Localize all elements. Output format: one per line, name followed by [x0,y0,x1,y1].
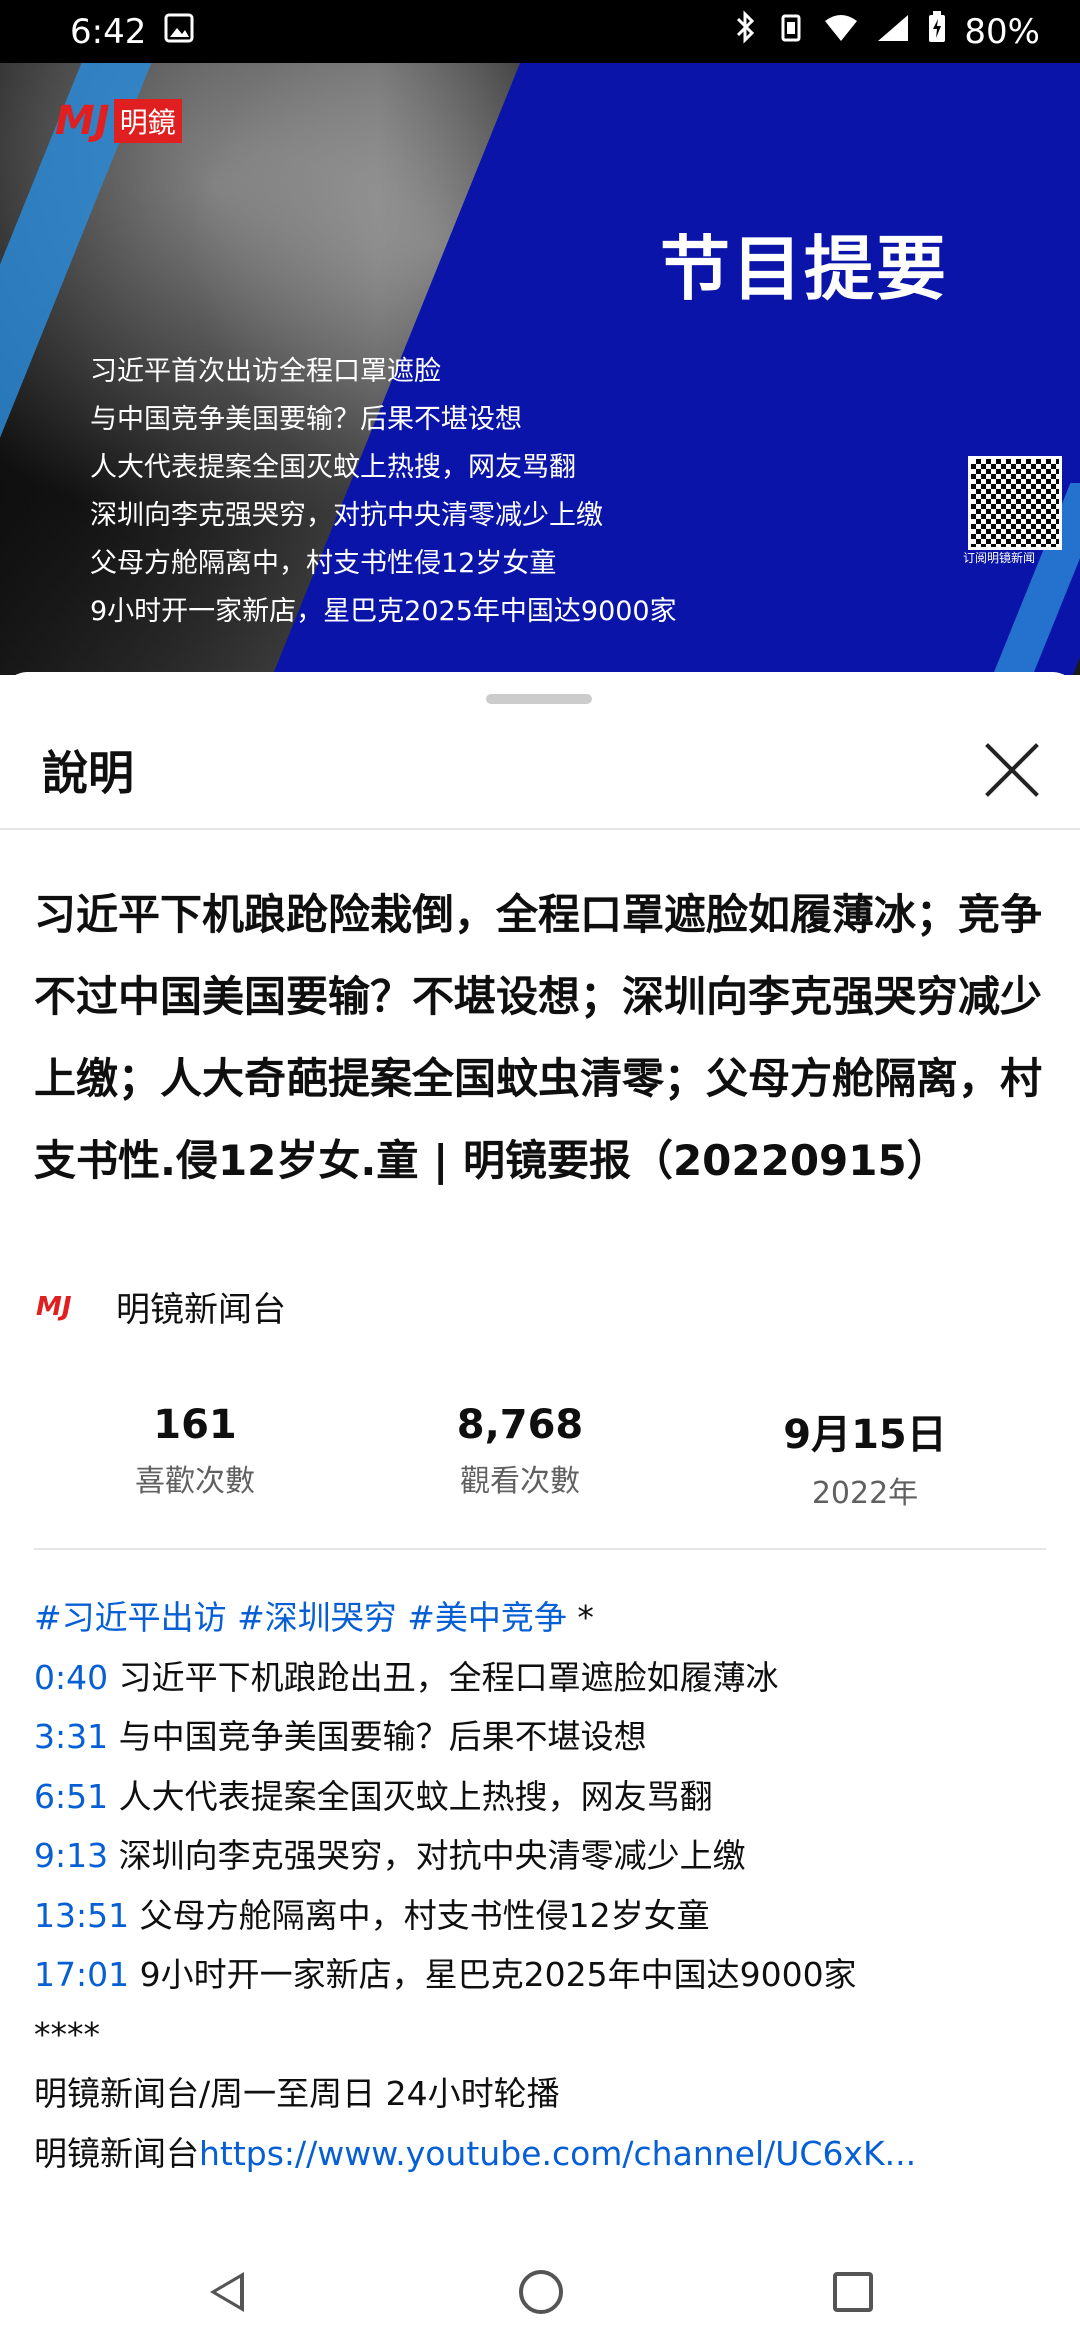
timestamp-row: 9:13 深圳向李克强哭穷，对抗中央清零减少上缴 [34,1826,1054,1886]
channel-prefix: 明镜新闻台 [34,2133,199,2173]
publish-date: 9月15日 [783,1412,947,1458]
close-icon[interactable] [982,740,1042,800]
likes-label: 喜歡次數 [135,1464,255,1499]
description-body: #习近平出访 #深圳哭穷 #美中竞争 * 0:40 习近平下机踉跄出丑，全程口罩… [34,1588,1054,2183]
recents-icon[interactable] [833,2272,873,2312]
channel-name[interactable]: 明镜新闻台 [116,1282,286,1331]
summary-item: 习近平首次出访全程口罩遮脸 [90,356,441,387]
likes-stat: 161 喜歡次數 [80,1402,310,1500]
timestamp-text: 9小时开一家新店，星巴克2025年中国达9000家 [129,1955,857,1994]
likes-count: 161 [153,1402,237,1448]
image-notification-icon [164,12,194,52]
summary-item: 与中国竞争美国要输？后果不堪设想 [90,404,522,435]
timestamp-text: 习近平下机踉跄出丑，全程口罩遮脸如履薄冰 [108,1657,779,1697]
views-stat: 8,768 觀看次數 [405,1402,635,1500]
vibrate-icon [776,12,806,52]
publish-year: 2022年 [811,1476,919,1511]
logo-text: 明鏡 [113,99,182,143]
video-title: 习近平下机踉跄险栽倒，全程口罩遮脸如履薄冰；竞争不过中国美国要输？不堪设想；深圳… [34,890,1043,1185]
timestamp-row: 13:51 父母方舱隔离中，村支书性侵12岁女童 [34,1886,1054,1946]
battery-percent: 80% [964,11,1040,52]
timestamp-link[interactable]: 0:40 [34,1658,108,1697]
timestamp-row: 0:40 习近平下机踉跄出丑，全程口罩遮脸如履薄冰 [34,1648,1054,1708]
timestamp-link[interactable]: 17:01 [34,1955,129,1994]
summary-item: 深圳向李克强哭穷，对抗中央清零减少上缴 [90,500,603,531]
channel-avatar[interactable]: MJ [36,1292,94,1322]
summary-item: 9小时开一家新店，星巴克2025年中国达9000家 [90,596,677,627]
timestamp-row: 17:01 9小时开一家新店，星巴克2025年中国达9000家 [34,1945,1054,2005]
program-title: 节目提要 [660,227,948,310]
schedule-text: 明镜新闻台/周一至周日 24小时轮播 [34,2074,560,2113]
status-bar: 6:42 80% [0,0,1080,63]
timestamp-link[interactable]: 3:31 [34,1717,108,1756]
qr-caption: 订阅明镜新闻 [963,551,1036,565]
stats-row: 161 喜歡次數 8,768 觀看次數 9月15日 2022年 [0,1402,1080,1512]
summary-item: 人大代表提案全国灭蚊上热搜，网友骂翻 [90,452,576,483]
timestamp-text: 父母方舱隔离中，村支书性侵12岁女童 [129,1895,710,1935]
status-time: 6:42 [70,11,147,52]
timestamp-link[interactable]: 9:13 [34,1836,108,1875]
timestamp-link[interactable]: 6:51 [34,1777,108,1816]
timestamp-text: 与中国竞争美国要输？后果不堪设想 [108,1717,647,1756]
stars: **** [34,2014,100,2054]
hashtags[interactable]: #习近平出访 #深圳哭穷 #美中竞争 [34,1598,567,1637]
drag-handle[interactable] [486,694,592,704]
video-player[interactable]: MJ 明鏡 节目提要 习近平首次出访全程口罩遮脸 与中国竞争美国要输？后果不堪设… [0,63,1080,675]
back-icon[interactable] [210,2272,244,2312]
sheet-header: 說明 [0,712,1080,830]
navigation-bar [0,2250,1080,2340]
wifi-icon [824,12,858,52]
date-stat: 9月15日 2022年 [750,1402,980,1512]
timestamp-row: 3:31 与中国竞争美国要输？后果不堪设想 [34,1707,1054,1767]
battery-icon [928,11,946,52]
timestamp-link[interactable]: 13:51 [34,1896,129,1935]
divider [34,1548,1046,1550]
channel-link[interactable]: https://www.youtube.com/channel/UC6xK... [199,2134,916,2173]
views-label: 觀看次數 [460,1464,580,1499]
signal-icon [876,12,910,52]
mingjing-logo: MJ 明鏡 [55,98,182,144]
summary-item: 父母方舱隔离中，村支书性侵12岁女童 [90,548,557,579]
logo-mark: MJ [55,98,110,144]
timestamp-text: 人大代表提案全国灭蚊上热搜，网友骂翻 [108,1776,713,1816]
channel-row[interactable]: MJ 明镜新闻台 [36,1282,286,1331]
timestamp-text: 深圳向李克强哭穷，对抗中央清零减少上缴 [108,1836,746,1875]
timestamp-row: 6:51 人大代表提案全国灭蚊上热搜，网友骂翻 [34,1767,1054,1827]
hashtags-suffix: * [566,1598,594,1637]
program-summary: 习近平首次出访全程口罩遮脸 与中国竞争美国要输？后果不堪设想 人大代表提案全国灭… [90,348,677,636]
views-count: 8,768 [456,1402,584,1448]
bluetooth-icon [734,10,758,53]
qr-code [968,456,1062,550]
description-sheet: 說明 习近平下机踉跄险栽倒，全程口罩遮脸如履薄冰；竞争不过中国美国要输？不堪设想… [0,672,1080,2252]
home-icon[interactable] [519,2270,563,2314]
sheet-title: 說明 [42,746,134,800]
